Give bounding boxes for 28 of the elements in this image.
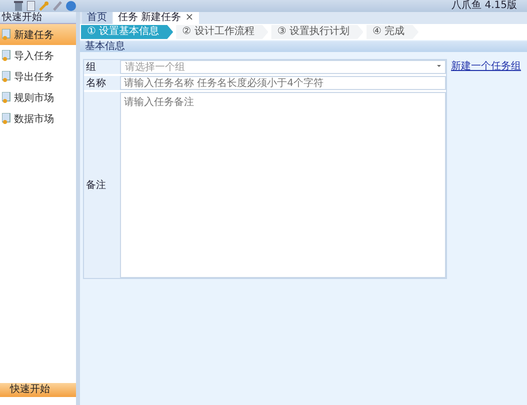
sidebar-header: 快速开始 — [0, 12, 76, 24]
tab[interactable]: 任务 新建任务 × — [113, 12, 199, 24]
sidebar-item[interactable]: 导出任务 — [0, 66, 76, 87]
sidebar-footer-button[interactable]: 快速开始 — [0, 383, 76, 397]
wizard-step: ① 设置基本信息 — [81, 25, 174, 39]
field-label: 组 — [86, 62, 96, 72]
sidebar-item[interactable]: 导入任务 — [0, 45, 76, 66]
wrench-icon[interactable] — [39, 1, 49, 11]
sidebar-item[interactable]: 新建任务 — [0, 24, 76, 45]
pencil-icon[interactable] — [53, 1, 62, 11]
help-icon[interactable] — [66, 1, 76, 11]
wizard-step: ③ 设置执行计划 — [271, 25, 364, 39]
document-icon — [2, 29, 11, 40]
field-label: 备注 — [86, 180, 106, 190]
text-area[interactable]: 请输入任务备注 — [120, 92, 446, 278]
sidebar-item[interactable]: 数据市场 — [0, 108, 76, 129]
field-label: 名称 — [86, 78, 106, 88]
input-field[interactable]: 请输入任务名称 任务名长度必须小于4个字符 — [120, 76, 446, 90]
document-icon[interactable] — [27, 1, 35, 11]
new-group-link[interactable]: 新建一个任务组 — [451, 61, 521, 72]
wizard-step: ④ 完成 — [366, 25, 419, 39]
close-icon[interactable]: × — [185, 12, 194, 24]
trash-icon[interactable] — [14, 1, 23, 11]
tab[interactable]: 首页 — [82, 12, 112, 24]
window-title: 八爪鱼 4.15版 — [452, 0, 517, 12]
wizard-step: ② 设计工作流程 — [176, 25, 268, 39]
section-header: 基本信息 — [80, 41, 527, 52]
sidebar-item[interactable]: 规则市场 — [0, 87, 76, 108]
